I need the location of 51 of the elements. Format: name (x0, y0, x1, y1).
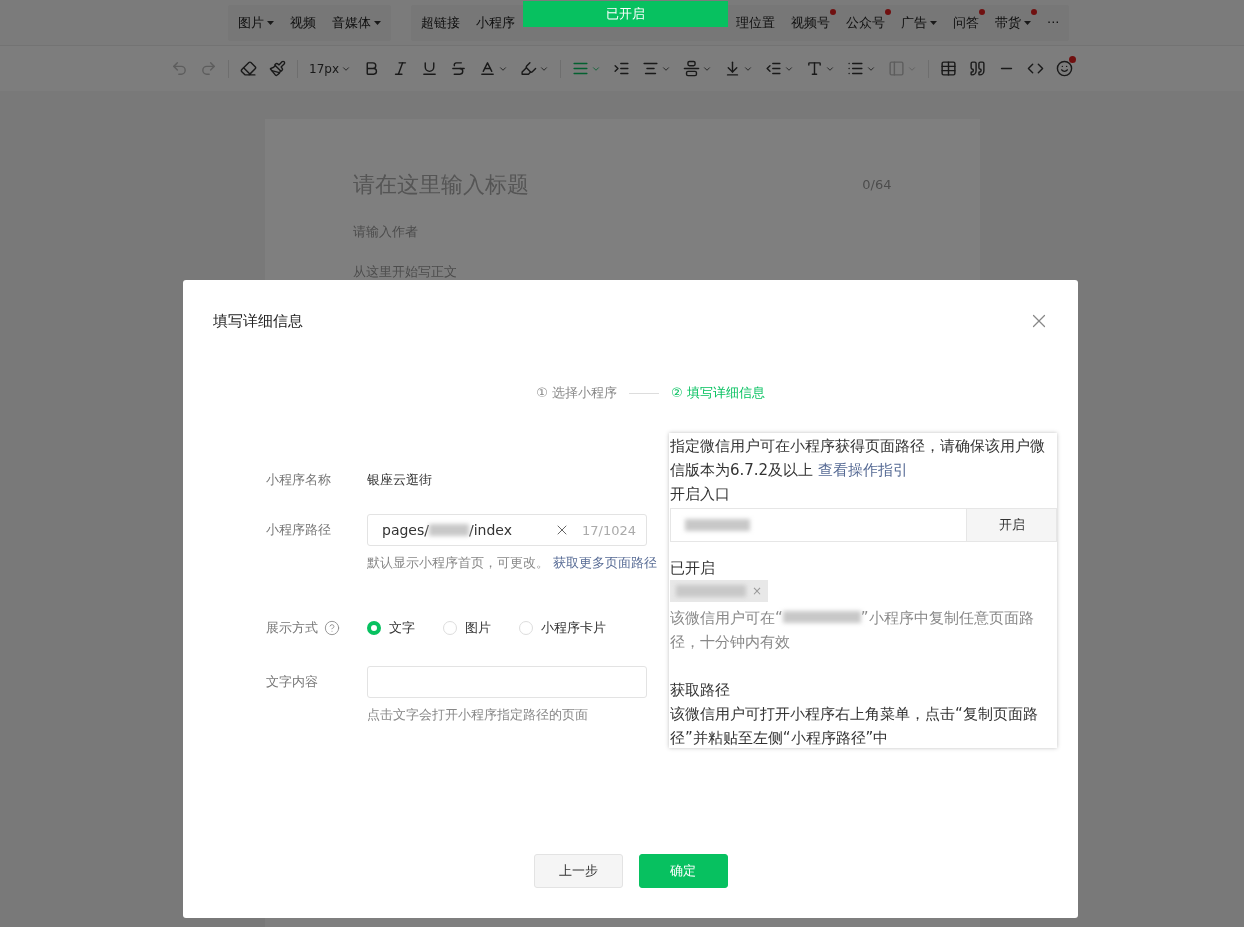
popover-note: 该微信用户可在“ ”小程序中复制任意页面路径，十分钟内有效 (670, 608, 1035, 653)
dialog-title: 填写详细信息 (213, 311, 303, 331)
insert-menu-item[interactable]: 视频 (282, 13, 324, 32)
insert-menu-item[interactable]: 广告 (893, 13, 945, 32)
mini-program-name: 银座云逛街 (367, 471, 433, 489)
field-label: 展示方式 (266, 619, 318, 637)
insert-menu-item[interactable]: 超链接 (413, 13, 468, 32)
display-radio[interactable]: 图片 (443, 619, 491, 637)
list-icon (847, 60, 864, 77)
section-heading: 获取路径 (670, 680, 731, 701)
section-heading: 已开启 (670, 558, 716, 579)
back-button[interactable]: 上一步 (533, 854, 623, 888)
font-size-dropdown[interactable]: 17px (305, 56, 355, 81)
align-icon (572, 60, 589, 77)
path-hint: 默认显示小程序首页，可更改。 获取更多页面路径 (367, 554, 658, 572)
line-spacing-icon (683, 60, 700, 77)
panel-icon (888, 60, 905, 77)
insert-menu-item[interactable]: 理位置 (728, 13, 783, 32)
user-tag: × (670, 580, 769, 602)
insert-menu-item[interactable]: 音媒体 (324, 13, 389, 32)
field-label: 小程序名称 (266, 471, 332, 489)
text-content-hint: 点击文字会打开小程序指定路径的页面 (367, 706, 588, 724)
field-label: 小程序路径 (266, 521, 332, 539)
step-label: ② 填写详细信息 (671, 384, 765, 402)
insert-menu-item[interactable]: 视频号 (783, 13, 838, 32)
text-content-field[interactable] (367, 666, 647, 698)
insert-menu-item[interactable]: 图片 (230, 13, 282, 32)
insert-menu-item[interactable]: 小程序 (468, 13, 523, 32)
insert-menu-item[interactable]: 带货 (987, 13, 1039, 32)
insert-menu-item[interactable]: 问答 (945, 13, 987, 32)
display-radio[interactable]: 小程序卡片 (519, 619, 606, 637)
popover-instructions: 该微信用户可打开小程序右上角菜单，点击“复制页面路径”并粘贴至左侧“小程序路径”中 (670, 704, 1039, 749)
field-label: 文字内容 (266, 673, 319, 691)
popover-intro: 指定微信用户可在小程序获得页面路径，请确保该用户微信版本为6.7.2及以上 查看操作指引 (670, 436, 1046, 481)
text-color-icon (479, 60, 496, 77)
display-radio[interactable]: 文字 (367, 619, 415, 637)
highlighter-icon (520, 60, 537, 77)
center-icon (642, 60, 659, 77)
section-heading: 开启入口 (670, 484, 731, 505)
outdent-icon (765, 60, 782, 77)
help-icon[interactable] (324, 620, 340, 636)
path-field[interactable]: pages/ /index 17/1024 (367, 514, 647, 546)
insert-menu-item[interactable]: 公众号 (838, 13, 893, 32)
step-label: ① 选择小程序 (536, 384, 617, 402)
guide-link[interactable]: 查看操作指引 (817, 461, 908, 479)
letter-spacing-icon (806, 60, 823, 77)
toast-message: 已开启 (523, 0, 728, 27)
confirm-button[interactable]: 确定 (638, 854, 728, 888)
more-paths-link[interactable]: 获取更多页面路径 (553, 555, 658, 570)
spacing-icon (724, 60, 741, 77)
insert-menu-item[interactable]: ··· (1039, 15, 1068, 30)
